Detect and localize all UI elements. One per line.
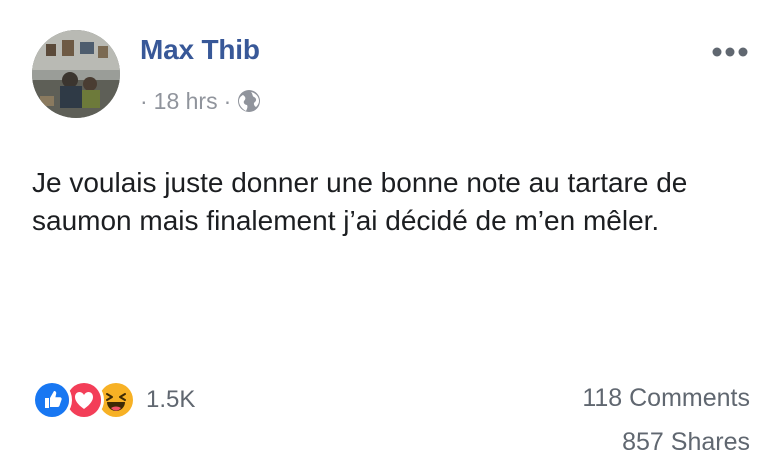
more-options-icon[interactable] xyxy=(710,42,750,62)
meta-separator-2: · xyxy=(223,87,232,114)
meta-separator: · xyxy=(140,87,148,114)
post-meta: · 18 hrs · xyxy=(140,86,261,116)
author-avatar[interactable] xyxy=(32,30,120,118)
reactions-summary[interactable]: 1.5K xyxy=(32,378,195,422)
post-timestamp[interactable]: 18 hrs xyxy=(154,88,218,115)
post-text: Je voulais juste donner une bonne note a… xyxy=(32,167,688,236)
shares-count-link[interactable]: 857 Shares xyxy=(622,428,750,457)
avatar-photo xyxy=(32,30,120,118)
like-icon xyxy=(32,380,72,420)
reaction-count: 1.5K xyxy=(146,386,196,413)
globe-icon[interactable] xyxy=(237,89,261,113)
comments-count-link[interactable]: 118 Comments xyxy=(582,384,750,413)
author-name[interactable]: Max Thib xyxy=(140,34,260,66)
